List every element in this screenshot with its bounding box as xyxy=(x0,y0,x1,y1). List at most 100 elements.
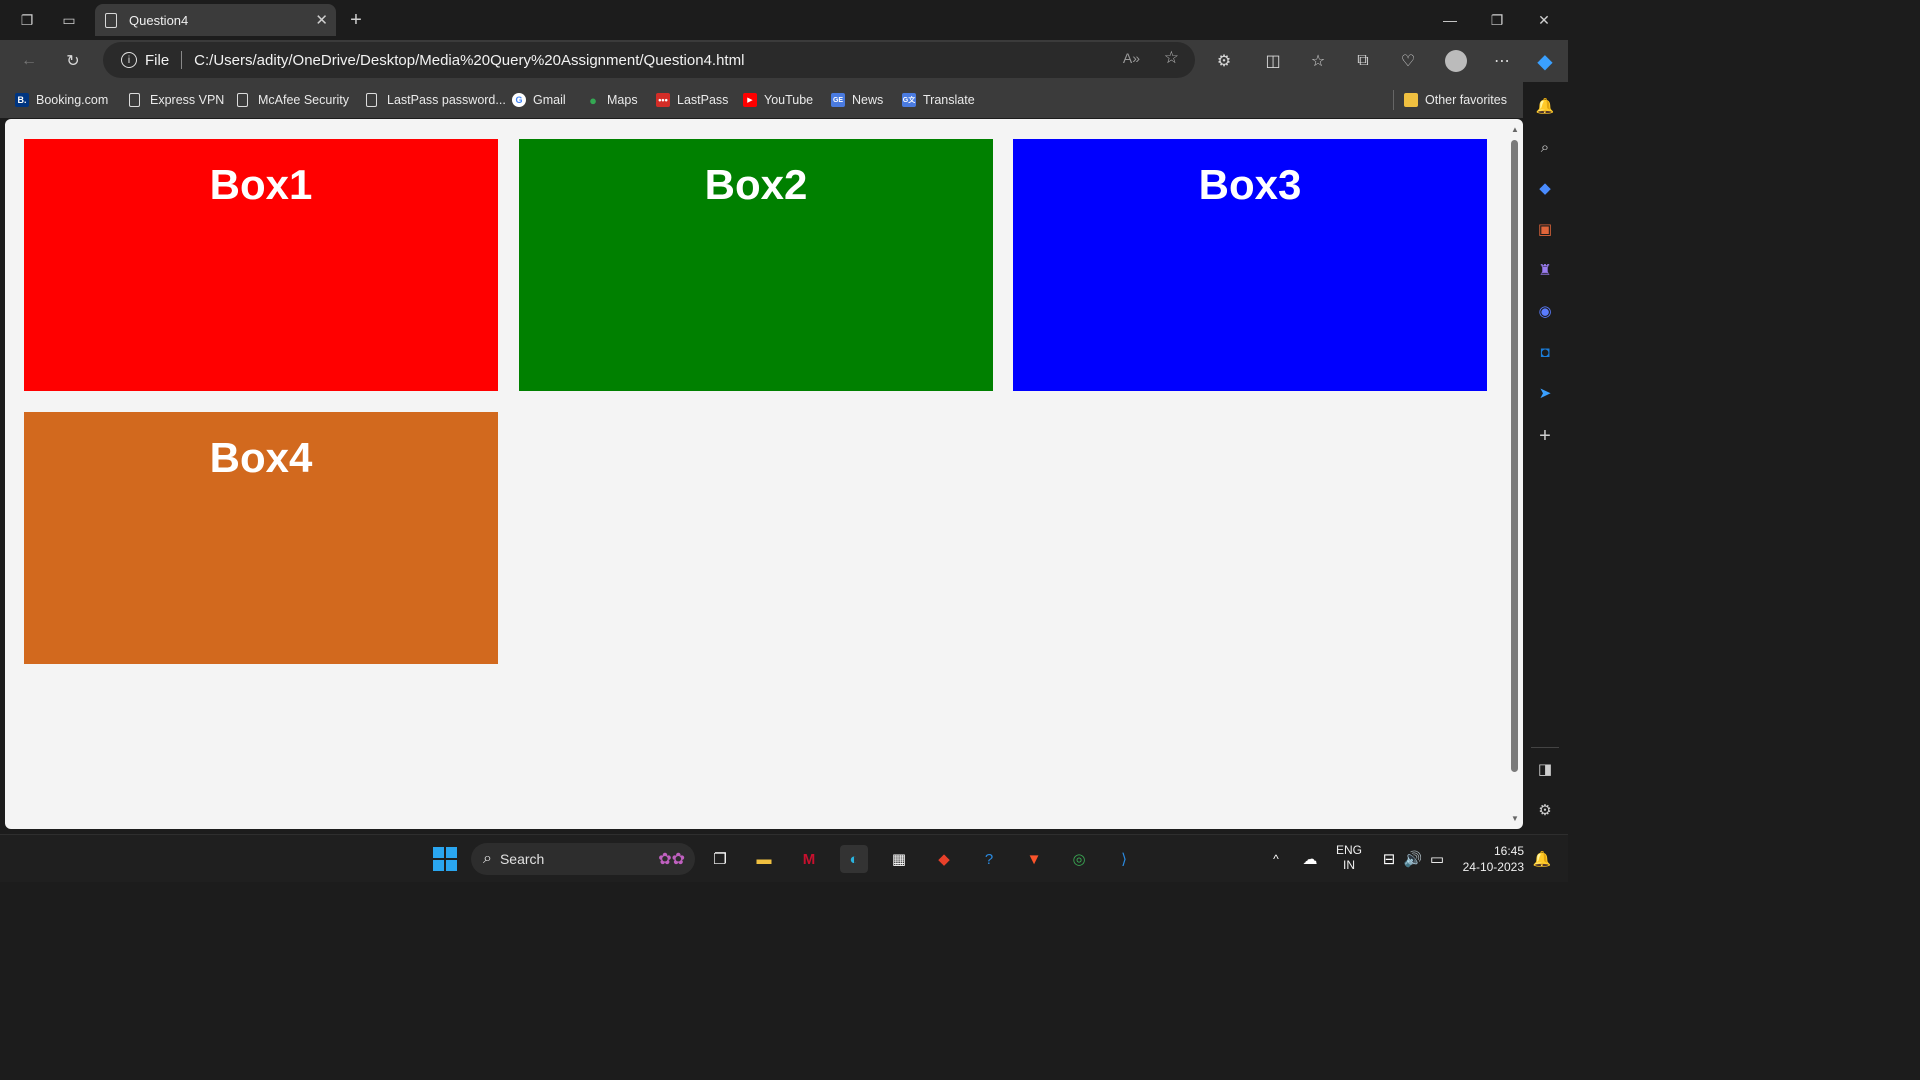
shopping-icon[interactable]: ◆ xyxy=(1535,178,1555,198)
copilot-icon[interactable]: ◆ xyxy=(1532,48,1558,74)
taskbar-search[interactable]: ⌕ Search ✿✿ xyxy=(471,843,695,875)
battery-icon[interactable]: ▭ xyxy=(1423,845,1451,873)
bookmark-mcafee[interactable]: McAfee Security xyxy=(237,91,349,109)
scrollbar-thumb[interactable] xyxy=(1511,140,1518,772)
clock[interactable]: 16:45 24-10-2023 xyxy=(1460,843,1524,875)
time-label: 16:45 xyxy=(1493,844,1524,858)
onedrive-icon[interactable]: ☁ xyxy=(1296,845,1324,873)
split-screen-icon[interactable]: ◫ xyxy=(1260,48,1286,74)
windows-start-icon[interactable] xyxy=(431,845,459,873)
bookmarks-bar: B. Booking.com Express VPN McAfee Securi… xyxy=(0,82,1568,118)
sidebar-divider xyxy=(1531,747,1559,748)
search-icon[interactable]: ⌕ xyxy=(1535,137,1555,157)
box-label: Box3 xyxy=(1198,161,1302,208)
box-2: Box2 xyxy=(519,139,993,391)
workspaces-icon[interactable]: ❐ xyxy=(15,8,39,32)
tab-actions-icon[interactable]: ▭ xyxy=(57,8,81,32)
info-icon[interactable]: i xyxy=(121,52,137,68)
vscode-icon[interactable]: ⟩ xyxy=(1110,845,1138,873)
search-placeholder: Search xyxy=(499,851,545,867)
taskbar: ⌕ Search ✿✿ ❐ ▬ M ◐ ▦ ◆ ? ▼ ◎ ⟩ ^ ☁ ENG … xyxy=(0,834,1568,882)
booking-icon: B. xyxy=(15,93,29,107)
bookmark-booking[interactable]: B. Booking.com xyxy=(15,91,108,109)
restore-icon[interactable]: ❐ xyxy=(1485,8,1509,32)
extensions-icon[interactable]: ⚙ xyxy=(1211,48,1237,74)
bookmark-label: Maps xyxy=(607,93,638,107)
region-label: IN xyxy=(1343,858,1355,872)
app-diamond-icon[interactable]: ◆ xyxy=(930,845,958,873)
address-bar[interactable]: i File C:/Users/adity/OneDrive/Desktop/M… xyxy=(103,42,1195,78)
language-indicator[interactable]: ENG IN xyxy=(1336,843,1362,873)
chrome-icon[interactable]: ◎ xyxy=(1065,845,1093,873)
back-icon[interactable]: ← xyxy=(16,48,42,74)
show-hidden-icons-icon[interactable]: ^ xyxy=(1262,845,1290,873)
notification-bell-icon[interactable]: 🔔 xyxy=(1528,845,1556,873)
mcafee-icon[interactable]: M xyxy=(795,845,823,873)
hide-sidebar-icon[interactable]: ◨ xyxy=(1535,759,1555,779)
brave-icon[interactable]: ▼ xyxy=(1020,845,1048,873)
bookmark-express-vpn[interactable]: Express VPN xyxy=(129,91,224,109)
edge-sidebar: 🔔 ⌕ ◆ ▣ ♜ ◉ ◘ ➤ + ◨ ⚙ xyxy=(1523,82,1568,830)
other-favorites[interactable]: Other favorites xyxy=(1404,91,1507,109)
file-explorer-icon[interactable]: ▬ xyxy=(750,845,778,873)
address-url[interactable]: C:/Users/adity/OneDrive/Desktop/Media%20… xyxy=(194,52,744,69)
scroll-down-icon[interactable]: ▼ xyxy=(1511,814,1519,823)
bookmark-label: LastPass xyxy=(677,93,729,107)
search-highlight-icon: ✿✿ xyxy=(658,851,685,868)
help-icon[interactable]: ? xyxy=(975,845,1003,873)
edge-icon[interactable]: ◐ xyxy=(840,845,868,873)
favorite-star-icon[interactable]: ☆ xyxy=(1164,48,1179,68)
notifications-icon[interactable]: 🔔 xyxy=(1535,96,1555,116)
bookmark-translate[interactable]: G文 Translate xyxy=(902,91,975,109)
translate-icon: G文 xyxy=(902,93,916,107)
address-separator xyxy=(181,51,183,69)
minimize-icon[interactable]: — xyxy=(1438,8,1462,32)
outlook-icon[interactable]: ◘ xyxy=(1535,342,1555,362)
page-viewport: Box1 Box2 Box3 Box4 xyxy=(5,119,1523,829)
drop-icon[interactable]: ➤ xyxy=(1535,383,1555,403)
read-aloud-icon[interactable]: A» xyxy=(1123,50,1140,66)
collections-icon[interactable]: ⧉ xyxy=(1350,48,1376,74)
favorites-icon[interactable]: ☆ xyxy=(1305,48,1331,74)
add-sidebar-app-icon[interactable]: + xyxy=(1535,425,1555,447)
browser-essentials-icon[interactable]: ♡ xyxy=(1395,48,1421,74)
bookmark-youtube[interactable]: ▶ YouTube xyxy=(743,91,813,109)
maps-icon: ● xyxy=(589,92,597,108)
more-options-icon[interactable]: ⋯ xyxy=(1489,48,1515,74)
task-view-icon[interactable]: ❐ xyxy=(706,845,734,873)
refresh-icon[interactable]: ↻ xyxy=(60,48,86,74)
bookmarks-divider xyxy=(1393,90,1394,110)
tab-title: Question4 xyxy=(129,12,189,28)
tab-question4[interactable]: Question4 ✕ xyxy=(95,4,336,36)
lastpass-icon: ••• xyxy=(656,93,670,107)
bookmark-label: Express VPN xyxy=(150,93,225,107)
box-label: Box4 xyxy=(209,434,313,481)
profile-avatar-icon[interactable] xyxy=(1443,48,1469,74)
bookmark-news[interactable]: GE News xyxy=(831,91,883,109)
address-scheme: File xyxy=(145,51,170,69)
box-label: Box2 xyxy=(704,161,808,208)
other-favorites-label: Other favorites xyxy=(1425,93,1507,107)
box-1: Box1 xyxy=(24,139,498,391)
news-icon: GE xyxy=(831,93,845,107)
tools-icon[interactable]: ▣ xyxy=(1535,219,1555,239)
sidebar-settings-icon[interactable]: ⚙ xyxy=(1535,800,1555,820)
bookmark-maps[interactable]: ● Maps xyxy=(586,91,638,109)
bookmark-label: Gmail xyxy=(533,93,566,107)
games-icon[interactable]: ♜ xyxy=(1535,260,1555,280)
search-icon: ⌕ xyxy=(483,850,492,867)
bookmark-lastpass-password[interactable]: LastPass password... xyxy=(366,91,506,109)
date-label: 24-10-2023 xyxy=(1462,860,1524,874)
scroll-up-icon[interactable]: ▲ xyxy=(1511,125,1519,134)
microsoft-365-icon[interactable]: ◉ xyxy=(1535,301,1555,321)
folder-icon xyxy=(1404,93,1418,107)
bookmark-lastpass[interactable]: ••• LastPass xyxy=(656,91,728,109)
language-label: ENG xyxy=(1336,843,1363,857)
bookmark-gmail[interactable]: G Gmail xyxy=(512,91,566,109)
box-4: Box4 xyxy=(24,412,498,664)
new-tab-icon[interactable]: + xyxy=(344,8,368,32)
microsoft-store-icon[interactable]: ▦ xyxy=(885,845,913,873)
close-window-icon[interactable]: ✕ xyxy=(1532,8,1556,32)
close-tab-icon[interactable]: ✕ xyxy=(315,11,328,29)
bookmark-label: McAfee Security xyxy=(258,93,350,107)
